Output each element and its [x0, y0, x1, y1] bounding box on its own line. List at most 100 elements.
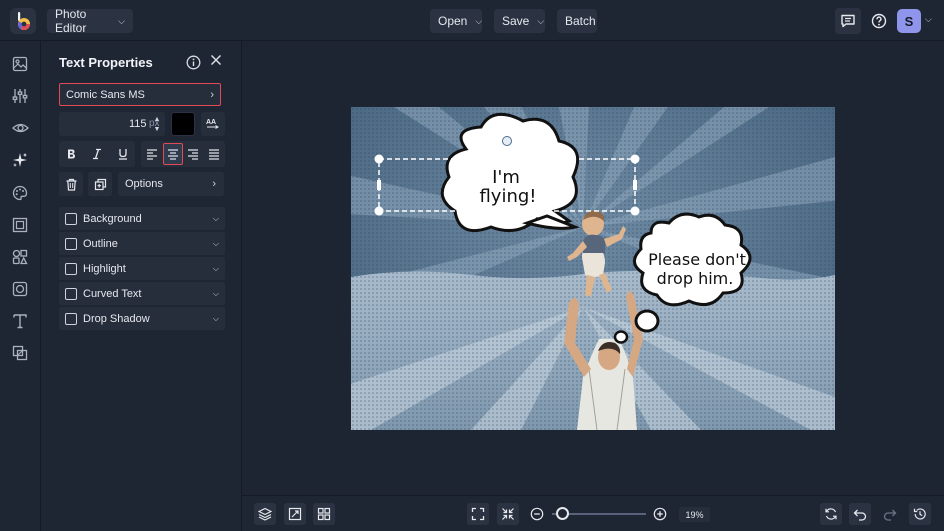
delete-button[interactable]	[59, 172, 83, 196]
frames-icon[interactable]	[11, 216, 29, 234]
actual-size-button[interactable]	[497, 503, 519, 525]
italic-icon	[93, 148, 101, 160]
font-family-select[interactable]: Comic Sans MS ›	[59, 83, 221, 106]
curved-text-checkbox[interactable]	[65, 287, 77, 300]
chevron-down-icon[interactable]: ⌵	[213, 314, 219, 324]
chevron-down-icon[interactable]: ⌵	[213, 239, 219, 249]
chevron-down-icon: ⌵	[475, 15, 483, 26]
expand-icon	[471, 507, 485, 521]
zoom-slider-thumb[interactable]	[556, 507, 569, 520]
redo-icon	[883, 509, 897, 521]
chevron-up-icon[interactable]: ▲	[154, 116, 161, 123]
photo-canvas[interactable]: I'm flying! Please don't drop him.	[351, 107, 835, 430]
align-center-icon	[168, 149, 178, 160]
align-left-button[interactable]	[142, 143, 162, 165]
zoom-level[interactable]: 19%	[679, 507, 710, 522]
duplicate-button[interactable]	[88, 172, 112, 196]
section-drop-shadow[interactable]: Drop Shadow ⌵	[59, 307, 225, 330]
user-avatar[interactable]: S	[897, 9, 921, 33]
open-label: Open	[438, 14, 468, 28]
bold-button[interactable]	[61, 143, 81, 165]
trash-icon	[66, 178, 76, 191]
text-icon[interactable]	[11, 312, 29, 330]
save-label: Save	[502, 14, 530, 28]
section-label: Highlight	[83, 262, 126, 275]
help-button[interactable]	[866, 8, 892, 34]
section-label: Outline	[83, 237, 118, 250]
textures-icon[interactable]	[11, 344, 29, 362]
section-label: Drop Shadow	[83, 312, 150, 325]
eye-icon[interactable]	[11, 119, 29, 137]
panel-title: Text Properties	[59, 55, 153, 70]
adjust-icon[interactable]	[11, 87, 29, 105]
chevron-down-icon[interactable]: ⌵	[213, 289, 219, 299]
zoom-in-icon	[653, 507, 667, 521]
bubble2-line2[interactable]: drop him.	[657, 269, 734, 288]
italic-button[interactable]	[87, 143, 107, 165]
zoom-out-button[interactable]	[526, 503, 548, 525]
text-color-swatch[interactable]	[171, 112, 195, 136]
section-outline[interactable]: Outline ⌵	[59, 232, 225, 255]
zoom-slider[interactable]	[552, 507, 646, 521]
underline-icon	[119, 149, 127, 160]
reset-button[interactable]	[820, 503, 842, 525]
overlays-icon[interactable]	[11, 280, 29, 298]
history-icon	[913, 508, 926, 520]
underline-button[interactable]	[113, 143, 133, 165]
font-size-stepper[interactable]: ▲ ▼	[149, 112, 165, 136]
zoom-out-icon	[530, 507, 544, 521]
message-icon	[841, 14, 855, 28]
tool-rail	[0, 41, 41, 531]
zoom-in-button[interactable]	[649, 503, 671, 525]
outline-checkbox[interactable]	[65, 237, 77, 250]
open-button[interactable]: Open ⌵	[430, 9, 482, 33]
effects-icon[interactable]	[11, 151, 29, 169]
background-checkbox[interactable]	[65, 212, 77, 225]
section-curved-text[interactable]: Curved Text ⌵	[59, 282, 225, 305]
chevron-down-icon[interactable]: ▼	[154, 126, 161, 133]
font-size-value: 115	[129, 118, 147, 130]
highlight-checkbox[interactable]	[65, 262, 77, 275]
grid-icon	[317, 507, 331, 521]
align-right-button[interactable]	[183, 143, 203, 165]
bubble2-line1[interactable]: Please don't	[648, 250, 746, 269]
section-label: Curved Text	[83, 287, 142, 300]
bubble1-line1[interactable]: I'm	[492, 167, 520, 188]
chevron-down-icon[interactable]: ⌵	[213, 264, 219, 274]
options-button[interactable]: Options ›	[118, 172, 224, 196]
palette-icon[interactable]	[11, 184, 29, 202]
history-button[interactable]	[909, 503, 931, 525]
batch-button[interactable]: Batch	[557, 9, 597, 33]
svg-text:AA: AA	[206, 119, 216, 126]
image-icon[interactable]	[11, 55, 29, 73]
text-properties-panel: Text Properties Comic Sans MS › 115 px ▲…	[41, 41, 242, 531]
section-background[interactable]: Background ⌵	[59, 207, 225, 230]
text-case-button[interactable]: AA	[201, 112, 225, 136]
refresh-icon	[825, 508, 837, 520]
align-center-button[interactable]	[163, 143, 183, 165]
undo-button[interactable]	[849, 503, 871, 525]
info-icon[interactable]	[186, 55, 201, 70]
align-right-icon	[188, 149, 198, 160]
duplicate-icon	[94, 178, 106, 190]
transform-icon	[288, 507, 302, 521]
close-icon[interactable]	[210, 54, 222, 66]
befunky-logo-icon[interactable]	[10, 8, 36, 34]
transform-button[interactable]	[284, 503, 306, 525]
photo-editor-menu-button[interactable]: Photo Editor ⌵	[47, 7, 133, 35]
grid-button[interactable]	[313, 503, 335, 525]
fit-screen-button[interactable]	[467, 503, 489, 525]
bubble1-line2[interactable]: flying!	[479, 186, 536, 207]
redo-button[interactable]	[879, 503, 901, 525]
section-highlight[interactable]: Highlight ⌵	[59, 257, 225, 280]
drop-shadow-checkbox[interactable]	[65, 312, 77, 325]
chevron-down-icon[interactable]: ⌵	[213, 214, 219, 224]
layers-button[interactable]	[254, 503, 276, 525]
save-button[interactable]: Save ⌵	[494, 9, 545, 33]
graphics-icon[interactable]	[11, 248, 29, 266]
chevron-down-icon: ⌵	[537, 15, 545, 26]
comments-button[interactable]	[835, 8, 861, 34]
photo-editor-label: Photo Editor	[55, 7, 87, 35]
chevron-down-icon[interactable]: ⌵	[925, 14, 932, 25]
align-justify-button[interactable]	[204, 143, 224, 165]
